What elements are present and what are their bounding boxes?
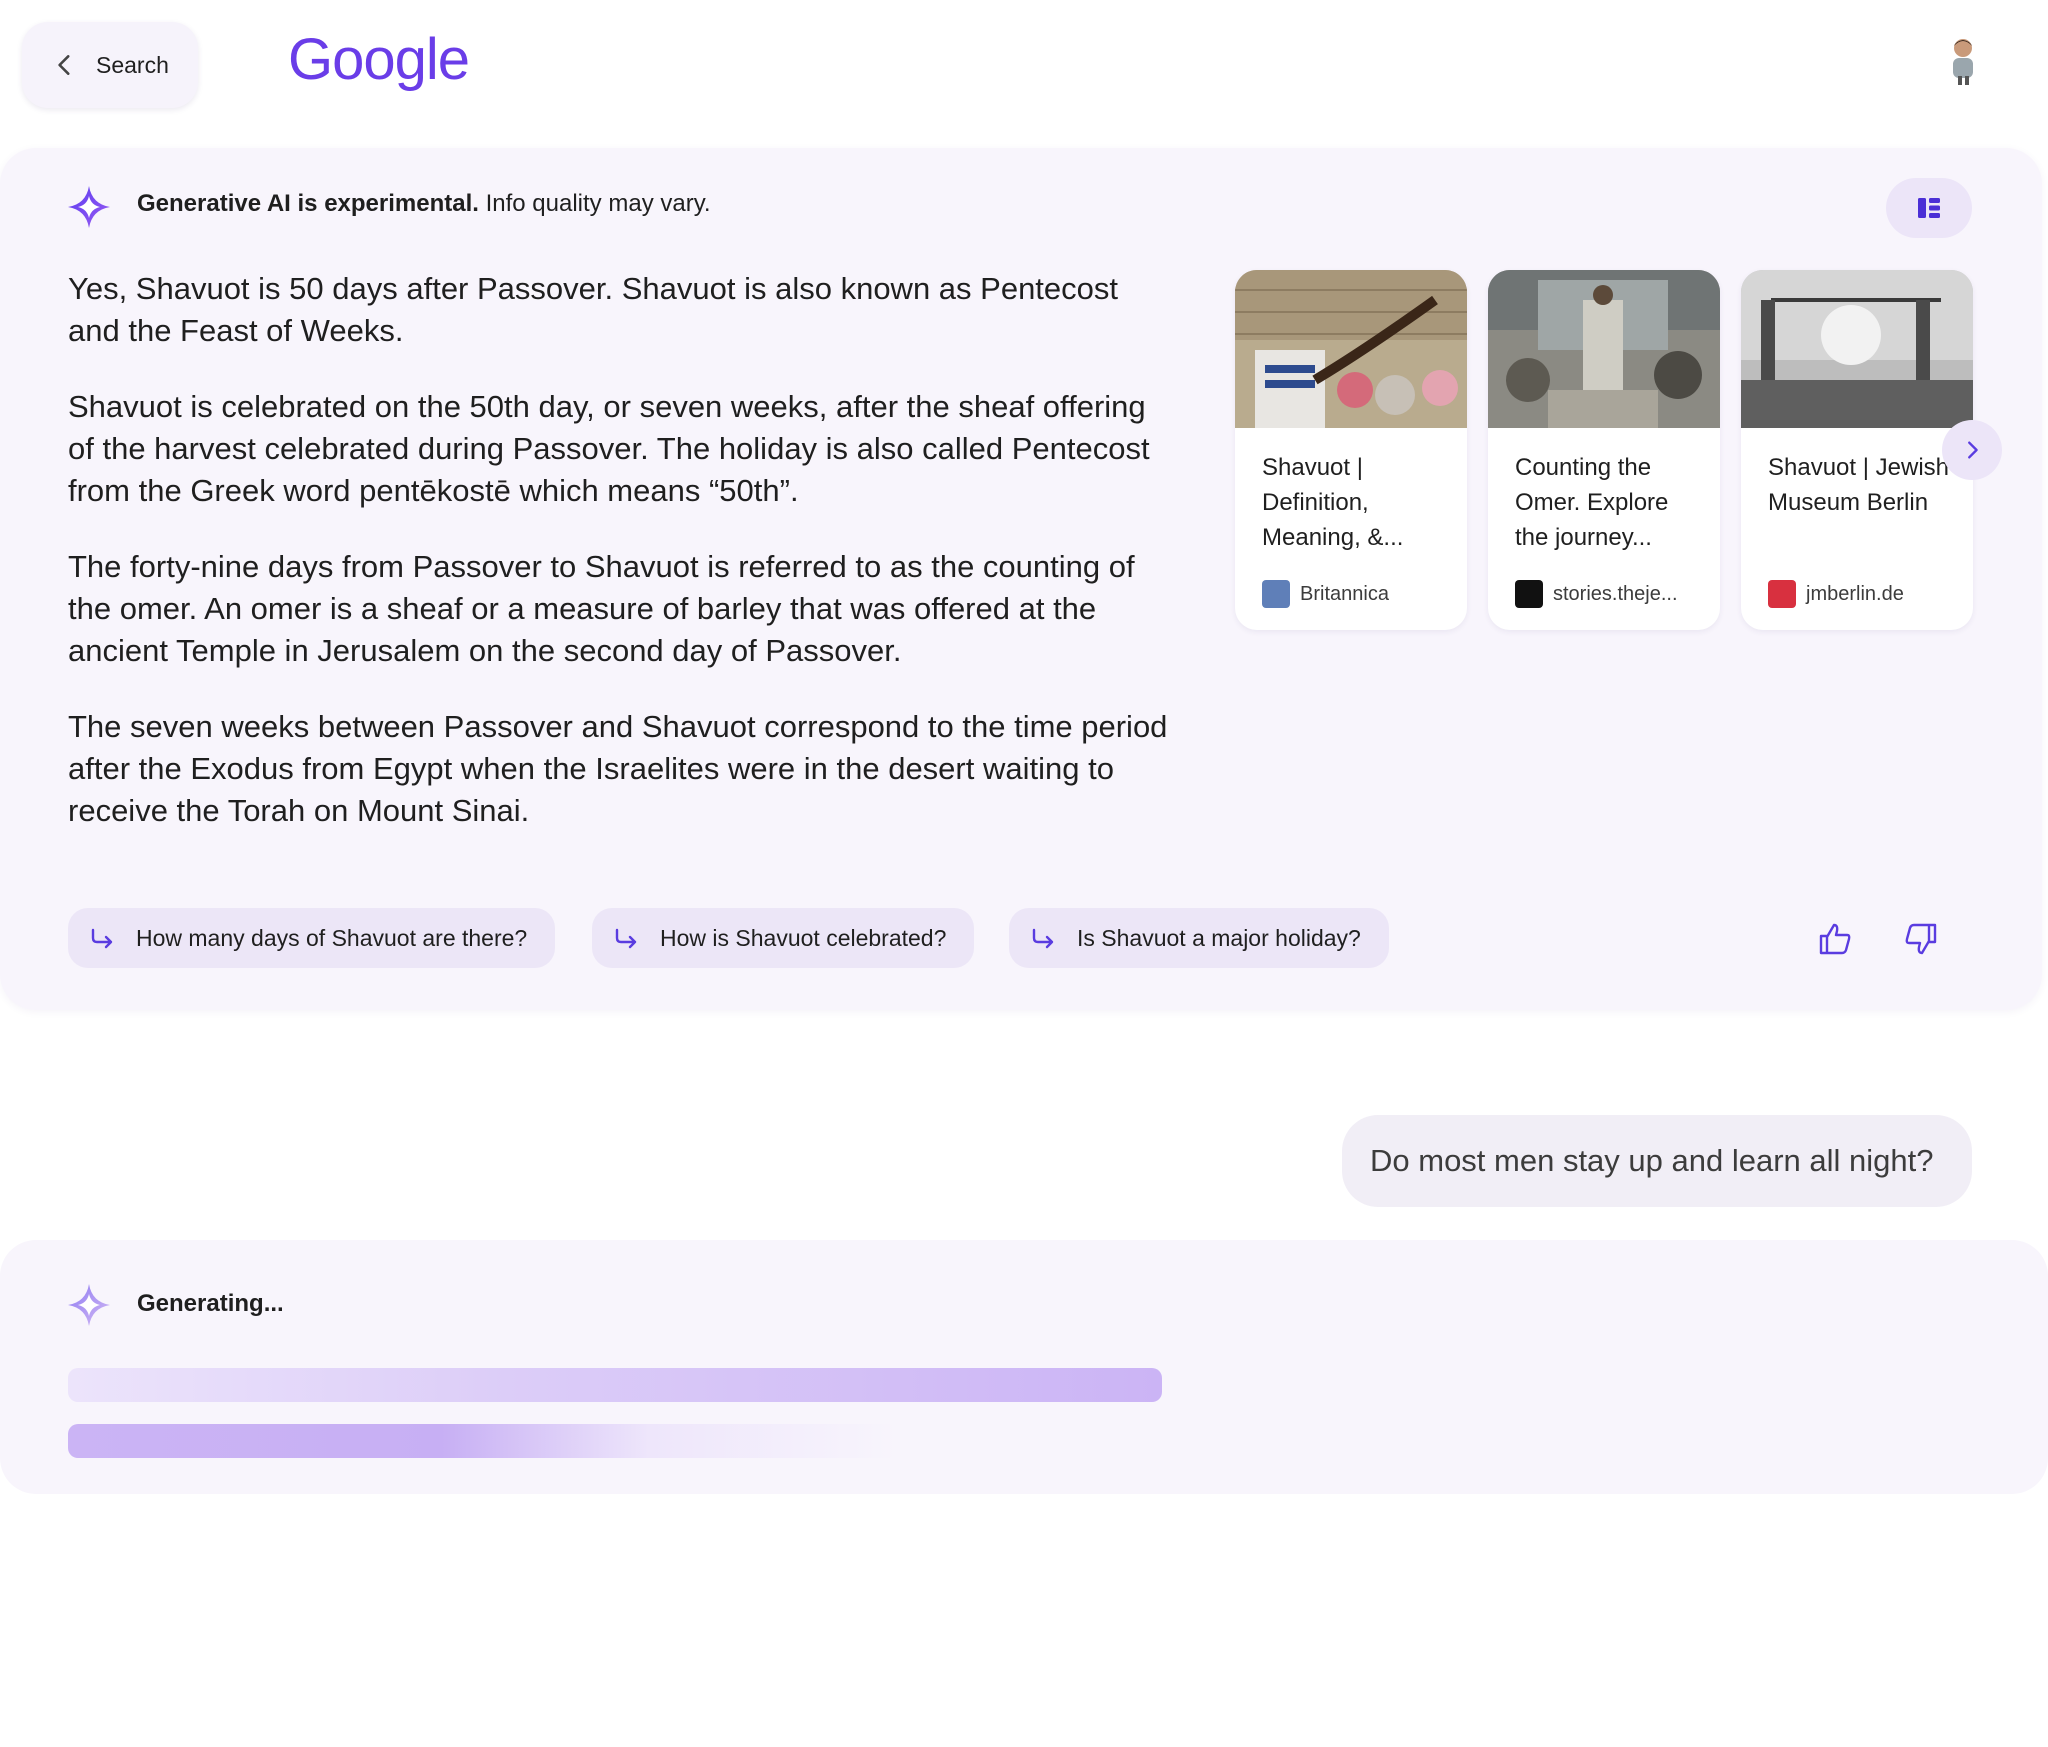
thumbs-down-icon[interactable]: [1904, 922, 1938, 956]
followup-chip[interactable]: How is Shavuot celebrated?: [592, 908, 975, 968]
ai-answer-text: Yes, Shavuot is 50 days after Passover. …: [68, 268, 1178, 866]
source-site: Britannica: [1262, 580, 1389, 608]
follow-up-arrow-icon: [615, 928, 637, 949]
gemini-sparkle-icon: [68, 186, 110, 228]
britannica-favicon-icon: [1262, 580, 1290, 608]
follow-up-arrow-icon: [91, 928, 113, 949]
layout-toggle-button[interactable]: [1886, 178, 1972, 238]
answer-paragraph: The seven weeks between Passover and Sha…: [68, 709, 1168, 828]
back-label: Search: [96, 51, 169, 78]
answer-paragraph: The forty-nine days from Passover to Sha…: [68, 549, 1135, 668]
source-thumbnail: [1741, 270, 1973, 428]
avatar[interactable]: [1946, 36, 1980, 86]
source-card-britannica[interactable]: Shavuot | Definition, Meaning, &... Brit…: [1235, 270, 1467, 630]
loading-placeholder-bar: [68, 1368, 1162, 1402]
followup-chip[interactable]: Is Shavuot a major holiday?: [1009, 908, 1389, 968]
followup-chip[interactable]: How many days of Shavuot are there?: [68, 908, 556, 968]
answer-paragraph: Shavuot is celebrated on the 50th day, o…: [68, 389, 1150, 508]
layout-icon: [1918, 198, 1940, 218]
source-site: jmberlin.de: [1768, 580, 1904, 608]
generating-label: Generating...: [137, 1290, 284, 1317]
loading-placeholder-bar: [68, 1424, 898, 1458]
user-message-text: Do most men stay up and learn all night?: [1370, 1143, 1934, 1178]
user-message-bubble: Do most men stay up and learn all night?: [1342, 1115, 1972, 1207]
ai-experimental-notice: Generative AI is experimental. Info qual…: [137, 190, 711, 217]
source-thumbnail: [1488, 270, 1720, 428]
source-title: Shavuot | Definition, Meaning, &...: [1262, 454, 1404, 551]
source-thumbnail: [1235, 270, 1467, 428]
source-site: stories.theje...: [1515, 580, 1678, 608]
follow-up-arrow-icon: [1032, 928, 1054, 949]
source-title: Counting the Omer. Explore the journey..…: [1515, 454, 1669, 551]
sources-next-button[interactable]: [1942, 420, 2002, 480]
back-to-search-button[interactable]: Search: [22, 22, 198, 108]
answer-paragraph: Yes, Shavuot is 50 days after Passover. …: [68, 271, 1119, 348]
chevron-right-icon: [1968, 441, 1978, 459]
thumbs-up-icon[interactable]: [1818, 922, 1852, 956]
source-title: Shavuot | Jewish Museum Berlin: [1768, 454, 1949, 516]
source-card-stories[interactable]: Counting the Omer. Explore the journey..…: [1488, 270, 1720, 630]
source-card-jmberlin[interactable]: Shavuot | Jewish Museum Berlin jmberlin.…: [1741, 270, 1973, 630]
stories-favicon-icon: [1515, 580, 1543, 608]
jmberlin-favicon-icon: [1768, 580, 1796, 608]
gemini-sparkle-loading-icon: [68, 1284, 110, 1326]
chevron-left-icon: [58, 55, 70, 75]
google-logo[interactable]: Google: [288, 26, 470, 93]
